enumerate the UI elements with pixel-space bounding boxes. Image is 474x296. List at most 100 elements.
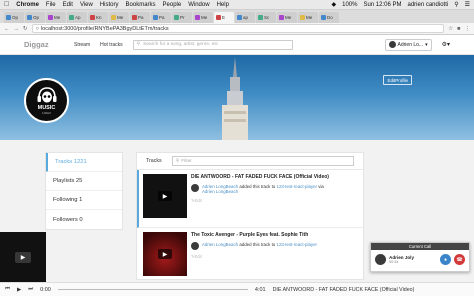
avatar <box>388 41 396 48</box>
wifi-icon[interactable]: ◆ <box>331 1 336 8</box>
tab-favicon-icon <box>174 15 179 20</box>
edit-button[interactable]: ✎Edit <box>191 254 359 259</box>
chevron-down-icon: ▾ <box>425 41 428 48</box>
menu-people[interactable]: People <box>163 2 182 8</box>
filter-input[interactable]: ⚲ Filter <box>171 156 354 166</box>
notification-center-icon[interactable]: ☰ <box>465 1 470 8</box>
edit-profile-button[interactable]: EditProfile <box>383 75 412 85</box>
menu-help[interactable]: Help <box>217 2 229 8</box>
browser-tab[interactable]: Op <box>4 12 24 23</box>
next-icon[interactable]: ⏭ <box>28 286 33 293</box>
browser-tab[interactable]: ap <box>235 12 255 23</box>
reload-icon[interactable]: ↻ <box>23 26 28 32</box>
play-icon[interactable]: ▶ <box>17 287 21 293</box>
menu-edit[interactable]: Edit <box>63 2 73 8</box>
browser-tab[interactable]: E <box>214 12 234 23</box>
track-item[interactable]: ▶ The Toxic Avenger - Purple Eyes feat. … <box>137 228 363 279</box>
browser-tab[interactable]: Me <box>46 12 66 23</box>
microphone-icon[interactable]: ● <box>440 254 451 265</box>
spotlight-icon[interactable]: ⚲ <box>454 1 458 8</box>
app-menu[interactable]: Chrome <box>16 2 39 8</box>
browser-tab[interactable]: Me <box>298 12 318 23</box>
track-title[interactable]: The Toxic Avenger - Purple Eyes feat. So… <box>191 232 359 238</box>
menu-history[interactable]: History <box>100 2 119 8</box>
stat-playlists[interactable]: Playlists 25 <box>46 172 122 191</box>
bookmark-star-icon[interactable]: ☆ <box>448 26 453 32</box>
tab-label: E <box>222 15 226 20</box>
menu-view[interactable]: View <box>80 2 93 8</box>
stat-tracks[interactable]: Tracks 1221 <box>46 153 122 172</box>
app-logo[interactable]: Diggaz <box>24 40 64 49</box>
track-cover[interactable]: ▶ <box>143 232 187 276</box>
avatar <box>375 254 386 265</box>
play-icon[interactable]: ▶ <box>158 249 172 259</box>
url-text: localhost:3000/profile/RNYBePA3BgyDLtETm… <box>40 25 169 32</box>
browser-tab[interactable]: Op <box>25 12 45 23</box>
edit-button[interactable]: ✎Edit <box>191 198 359 203</box>
browser-tab[interactable]: Me <box>277 12 297 23</box>
browser-tab[interactable]: Pr <box>172 12 192 23</box>
progress-bar[interactable] <box>57 288 248 291</box>
logo-subtitle: LOGO <box>42 110 51 115</box>
menu-file[interactable]: File <box>46 2 56 8</box>
browser-tab[interactable]: Sc <box>256 12 276 23</box>
tab-favicon-icon <box>321 15 326 20</box>
back-icon[interactable]: ← <box>4 26 10 32</box>
clock[interactable]: Sun 12:06 PM <box>363 2 401 8</box>
now-playing-title: DIE ANTWOORD - FAT FADED FUCK FACE (Offi… <box>272 286 415 293</box>
via-text: via <box>318 184 324 189</box>
stat-following[interactable]: Following 1 <box>46 191 122 210</box>
browser-tab[interactable]: Me <box>109 12 129 23</box>
menu-bookmarks[interactable]: Bookmarks <box>126 2 156 8</box>
track-shared-by: Adrien LongBeach added this track to 123… <box>191 184 359 194</box>
tab-label: Me <box>201 15 208 20</box>
forward-icon[interactable]: → <box>14 26 20 32</box>
browser-tab[interactable]: Kn <box>88 12 108 23</box>
avatar[interactable] <box>191 242 199 250</box>
nav-hot-tracks[interactable]: Hot tracks <box>100 42 123 48</box>
apple-menu-icon[interactable]:  <box>4 1 9 8</box>
nav-stream[interactable]: Stream <box>74 42 90 48</box>
edit-label: Edit <box>194 198 202 203</box>
battery-percent[interactable]: 100% <box>342 2 357 8</box>
settings-gear-icon[interactable]: ⚙▾ <box>442 41 450 48</box>
browser-tab[interactable]: Ap <box>67 12 87 23</box>
playlist-link[interactable]: 123-test-react-player <box>277 242 318 247</box>
play-icon[interactable]: ▶ <box>15 251 31 263</box>
extension-icon[interactable]: ■ <box>457 26 460 32</box>
previous-icon[interactable]: ⏮ <box>5 286 10 293</box>
macos-menu-bar:  Chrome File Edit View History Bookmark… <box>0 0 474 10</box>
user-link[interactable]: Adrien LongBeach <box>202 242 238 247</box>
via-user-link[interactable]: Adrien LongBeach <box>202 189 238 194</box>
stat-followers[interactable]: Followers 0 <box>46 210 122 229</box>
action-text: added this track to <box>239 184 276 189</box>
tab-tracks[interactable]: Tracks <box>146 158 162 164</box>
tab-favicon-icon <box>132 15 137 20</box>
avatar[interactable] <box>191 184 199 192</box>
user-name[interactable]: adrien candiotti <box>408 2 449 8</box>
menu-icon[interactable]: ⋮ <box>465 26 471 32</box>
tab-label: Me <box>117 15 124 20</box>
browser-tab[interactable]: Me <box>193 12 213 23</box>
browser-tab[interactable]: Pa <box>130 12 150 23</box>
user-menu-button[interactable]: Adrien Lo... ▾ <box>384 38 432 51</box>
tab-label: Pa <box>159 15 165 20</box>
track-item[interactable]: ▶ DIE ANTWOORD - FAT FADED FUCK FACE (Of… <box>137 170 363 228</box>
tab-label: ap <box>243 15 249 20</box>
tab-favicon-icon <box>90 15 95 20</box>
profile-stats-sidebar: Tracks 1221 Playlists 25 Following 1 Fol… <box>45 152 123 230</box>
mini-video-player[interactable]: ▶ <box>0 232 46 282</box>
menu-window[interactable]: Window <box>188 2 209 8</box>
browser-tab[interactable]: Do <box>319 12 339 23</box>
track-cover[interactable]: ▶ <box>143 174 187 218</box>
tower-image <box>222 57 248 140</box>
hang-up-icon[interactable]: ☎ <box>454 254 465 265</box>
search-input[interactable]: ⚲ Search for a song, artist, genre, etc <box>132 39 293 50</box>
playlist-link[interactable]: 123-test-react-player <box>277 184 318 189</box>
current-time: 0:00 <box>40 286 51 293</box>
track-title[interactable]: DIE ANTWOORD - FAT FADED FUCK FACE (Offi… <box>191 174 359 180</box>
url-field[interactable]: ○ localhost:3000/profile/RNYBePA3BgyDLtE… <box>31 24 445 33</box>
browser-tab[interactable]: Pa <box>151 12 171 23</box>
tab-favicon-icon <box>111 15 116 20</box>
play-icon[interactable]: ▶ <box>158 191 172 201</box>
